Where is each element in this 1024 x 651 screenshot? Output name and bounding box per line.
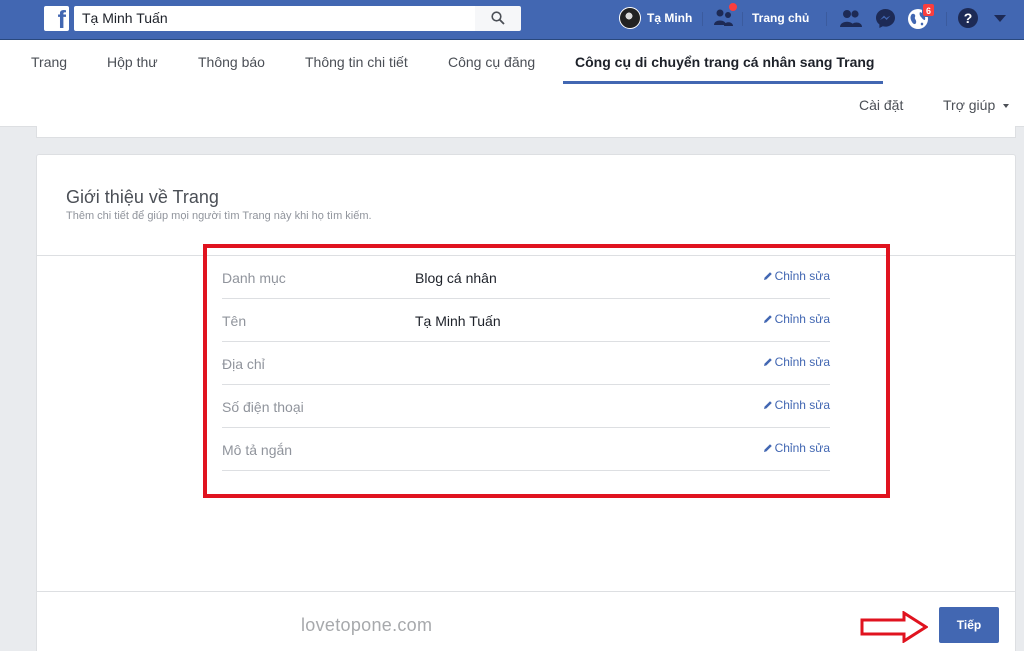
tab-thong-bao[interactable]: Thông báo [198, 54, 265, 70]
top-navigation-bar: f Tạ Minh Tuấn Tạ Minh Trang chủ 6 ? [0, 0, 1024, 40]
next-button[interactable]: Tiếp [939, 607, 999, 643]
messenger-icon[interactable] [875, 8, 896, 29]
help-menu[interactable]: Trợ giúp [943, 97, 1010, 113]
tab-cong-cu-dang[interactable]: Công cụ đăng [448, 54, 535, 70]
divider [946, 12, 947, 26]
card-title: Giới thiệu về Trang [66, 187, 219, 207]
divider [702, 12, 703, 26]
red-arrow-icon [860, 611, 928, 643]
profile-link[interactable]: Tạ Minh [619, 6, 692, 30]
card-subtitle: Thêm chi tiết để giúp mọi người tìm Tran… [66, 210, 372, 222]
watermark-text: lovetopone.com [301, 615, 433, 635]
help-icon[interactable]: ? [958, 8, 978, 28]
tab-hop-thu[interactable]: Hộp thư [107, 54, 158, 70]
avatar [619, 7, 641, 29]
profile-name: Tạ Minh [647, 11, 693, 25]
tab-thong-tin-chi-tiet[interactable]: Thông tin chi tiết [305, 54, 408, 70]
divider [826, 12, 827, 26]
tab-profile-to-page-tool[interactable]: Công cụ di chuyển trang cá nhân sang Tra… [575, 54, 874, 70]
page-sub-navigation: Trang Hộp thư Thông báo Thông tin chi ti… [0, 40, 1024, 127]
active-tab-indicator [563, 81, 883, 84]
search-icon [491, 11, 505, 25]
highlight-box [203, 244, 890, 498]
search-button[interactable] [475, 6, 521, 31]
tab-trang[interactable]: Trang [31, 54, 67, 70]
friends-icon[interactable] [839, 8, 863, 28]
help-caret-icon [1003, 104, 1010, 109]
account-menu-caret[interactable] [994, 15, 1006, 22]
footer-divider [37, 591, 1015, 592]
settings-link[interactable]: Cài đặt [859, 97, 903, 113]
divider [742, 12, 743, 26]
help-menu-label: Trợ giúp [943, 97, 996, 113]
search-input[interactable]: Tạ Minh Tuấn [74, 6, 475, 31]
previous-card-edge [36, 126, 1016, 138]
notification-count-badge: 6 [922, 3, 935, 17]
facebook-logo[interactable]: f [44, 6, 69, 33]
home-link[interactable]: Trang chủ [752, 11, 809, 25]
friend-request-dot [728, 2, 738, 12]
